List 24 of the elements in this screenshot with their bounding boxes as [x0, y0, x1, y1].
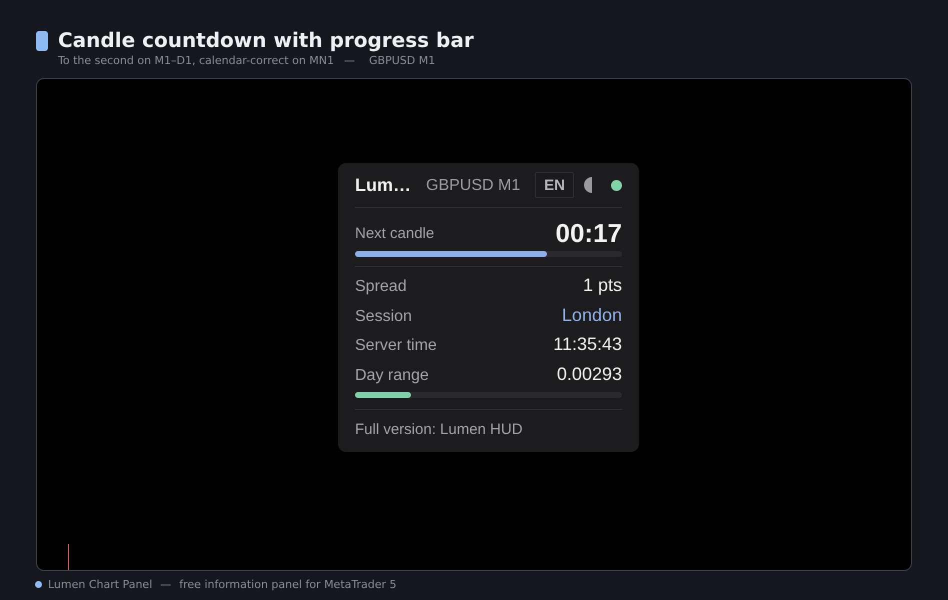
title-marker-icon	[36, 31, 48, 51]
row-label: Day range	[355, 366, 429, 385]
panel-symbol: GBPUSD M1	[426, 177, 520, 195]
separator-dash: —	[344, 54, 356, 68]
language-button[interactable]: EN	[535, 172, 574, 198]
separator-dash: —	[160, 578, 172, 591]
row-value: 11:35:43	[553, 334, 622, 356]
footer-app-name: Lumen Chart Panel	[48, 578, 152, 591]
row-value: London	[562, 304, 622, 326]
subtitle-text: To the second on M1–D1, calendar-correct on MN1	[58, 54, 334, 68]
row-label: Server time	[355, 337, 437, 356]
row-label: Spread	[355, 278, 407, 296]
row-label: Session	[355, 308, 412, 326]
bullet-dot-icon	[35, 581, 42, 588]
vertical-marker-icon	[68, 544, 69, 570]
row-value: 1 pts	[582, 275, 622, 296]
panel-title: Lum…	[355, 174, 411, 196]
footer-tagline: free information panel for MetaTrader 5	[179, 578, 397, 591]
row-value: 0.00293	[556, 364, 622, 385]
page-title: Candle countdown with progress bar	[58, 29, 474, 51]
symbol-label: GBPUSD M1	[369, 54, 436, 68]
countdown-value: 00:17	[556, 218, 622, 248]
panel-footer-text: Full version: Lumen HUD	[355, 421, 524, 438]
countdown-label: Next candle	[355, 224, 434, 242]
